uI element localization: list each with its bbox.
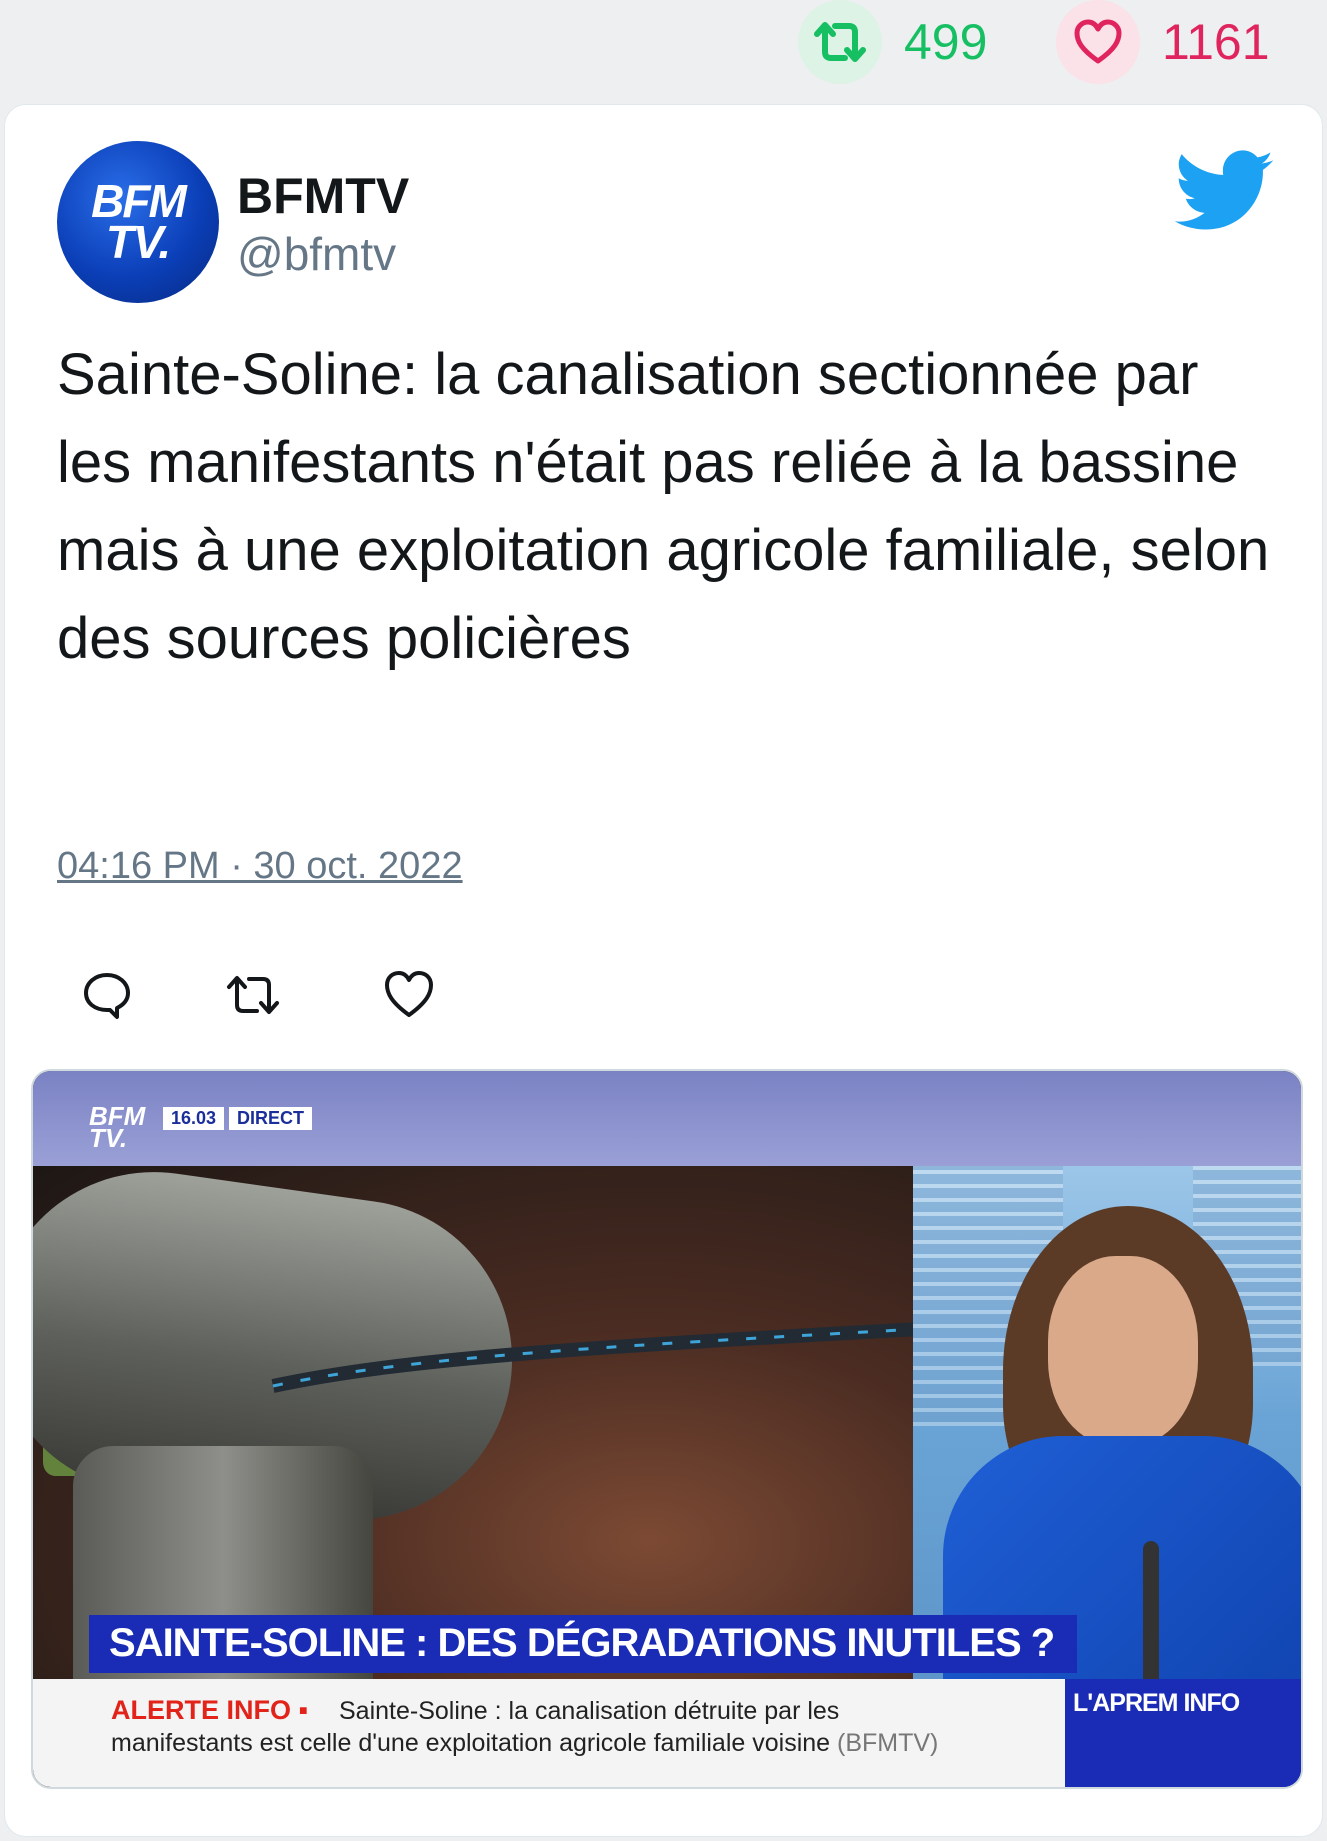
avatar-logo-line2: TV. bbox=[105, 216, 171, 268]
display-name[interactable]: BFMTV bbox=[237, 167, 409, 225]
tweet-text: Sainte-Soline: la canalisation sectionné… bbox=[57, 342, 1270, 671]
retweet-count: 499 bbox=[904, 14, 988, 70]
heart-icon[interactable] bbox=[379, 965, 439, 1025]
tweet-card: BFM TV. BFMTV @bfmtv Sainte-Soline: la c… bbox=[4, 104, 1323, 1837]
ticker-line2-text: manifestants est celle d'une exploitatio… bbox=[111, 1729, 831, 1757]
headline-text: SAINTE-SOLINE : DES DÉGRADATIONS INUTILE… bbox=[109, 1621, 1055, 1665]
broadcast-clock: 16.03 bbox=[163, 1107, 225, 1130]
rope-shape bbox=[271, 1319, 973, 1393]
broadcast-logo: BFM TV. bbox=[89, 1103, 145, 1151]
tweet-timestamp[interactable]: 04:16 PM · 30 oct. 2022 bbox=[57, 845, 463, 888]
heart-icon[interactable] bbox=[1056, 0, 1140, 84]
avatar[interactable]: BFM TV. bbox=[57, 141, 219, 303]
ticker-line2: manifestants est celle d'une exploitatio… bbox=[111, 1729, 938, 1758]
show-name: L'APREM INFO bbox=[1073, 1689, 1240, 1717]
twitter-bird-icon[interactable] bbox=[1175, 147, 1275, 237]
tweet-media-image[interactable]: BFM TV. 16.03 DIRECT SAINTE-SOLINE : DES… bbox=[31, 1069, 1303, 1789]
microphone bbox=[1143, 1541, 1159, 1701]
presenter-face bbox=[1048, 1256, 1198, 1446]
ticker-source: (BFMTV) bbox=[837, 1729, 939, 1757]
like-stat[interactable]: 1161 bbox=[1056, 0, 1270, 84]
ticker-label: ALERTE INFO ▪ bbox=[111, 1695, 309, 1725]
reply-icon[interactable] bbox=[77, 965, 137, 1025]
retweet-icon[interactable] bbox=[223, 965, 283, 1025]
retweet-stat[interactable]: 499 bbox=[798, 0, 987, 84]
user-handle[interactable]: @bfmtv bbox=[237, 227, 396, 281]
stats-bar: 499 1161 bbox=[0, 0, 1327, 98]
ticker-line1: Sainte-Soline : la canalisation détruite… bbox=[339, 1697, 840, 1725]
news-ticker: ALERTE INFO ▪ Sainte-Soline : la canalis… bbox=[33, 1679, 1065, 1787]
live-badge: DIRECT bbox=[229, 1107, 312, 1130]
headline-banner: SAINTE-SOLINE : DES DÉGRADATIONS INUTILE… bbox=[89, 1615, 1077, 1673]
broadcast-top-bar: BFM TV. 16.03 DIRECT bbox=[33, 1071, 1301, 1166]
show-name-banner: L'APREM INFO bbox=[1065, 1679, 1301, 1787]
like-count: 1161 bbox=[1162, 14, 1270, 70]
retweet-icon[interactable] bbox=[798, 0, 882, 84]
